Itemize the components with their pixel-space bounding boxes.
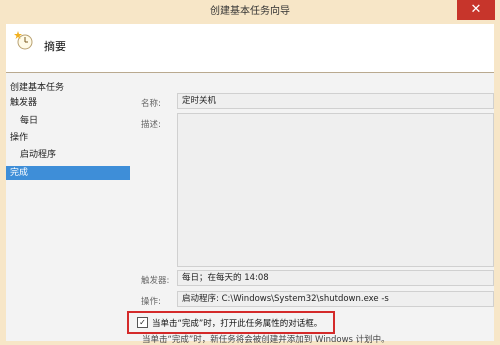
open-properties-option[interactable]: ✓ 当单击“完成”时，打开此任务属性的对话框。 (127, 311, 335, 334)
step-trigger[interactable]: 触发器 (6, 96, 130, 110)
wizard-body: 创建基本任务 触发器 每日 操作 启动程序 完成 名称: 定时关机 描述: 触发… (6, 73, 494, 341)
step-action[interactable]: 操作 (6, 131, 130, 145)
finish-note: 当单击“完成”时，新任务将会被创建并添加到 Windows 计划中。 (142, 335, 390, 345)
open-properties-checkbox[interactable]: ✓ (137, 317, 148, 328)
trigger-field[interactable]: 每日；在每天的 14:08 (177, 270, 494, 286)
step-daily[interactable]: 每日 (6, 114, 130, 128)
name-field[interactable]: 定时关机 (177, 93, 494, 109)
clock-star-icon (14, 31, 33, 50)
open-properties-label: 当单击“完成”时，打开此任务属性的对话框。 (152, 319, 323, 329)
action-label: 操作: (141, 297, 161, 307)
window-title: 创建基本任务向导 (210, 6, 290, 17)
summary-panel: 名称: 定时关机 描述: 触发器: 每日；在每天的 14:08 操作: 启动程序… (137, 81, 494, 341)
action-field[interactable]: 启动程序: C:\Windows\System32\shutdown.exe -… (177, 291, 494, 307)
trigger-label: 触发器: (141, 276, 170, 286)
description-field[interactable] (177, 113, 494, 267)
close-button[interactable]: ✕ (457, 0, 495, 20)
step-finish[interactable]: 完成 (6, 166, 130, 180)
wizard-header: 摘要 (6, 24, 494, 73)
description-label: 描述: (141, 120, 161, 130)
name-label: 名称: (141, 99, 161, 109)
page-title: 摘要 (44, 40, 66, 53)
step-create-basic-task[interactable]: 创建基本任务 (6, 81, 130, 95)
step-start-program[interactable]: 启动程序 (6, 148, 130, 162)
